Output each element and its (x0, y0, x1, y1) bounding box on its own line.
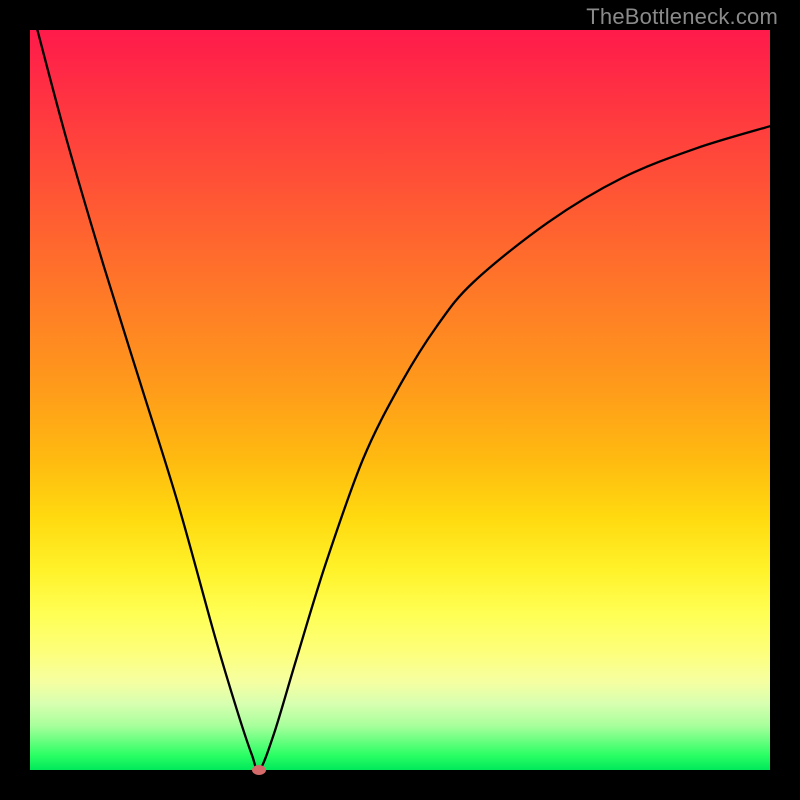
curve-layer (30, 30, 770, 770)
plot-area (30, 30, 770, 770)
watermark-text: TheBottleneck.com (586, 4, 778, 30)
chart-frame: TheBottleneck.com (0, 0, 800, 800)
bottleneck-curve (37, 30, 770, 770)
minimum-marker (252, 765, 266, 775)
